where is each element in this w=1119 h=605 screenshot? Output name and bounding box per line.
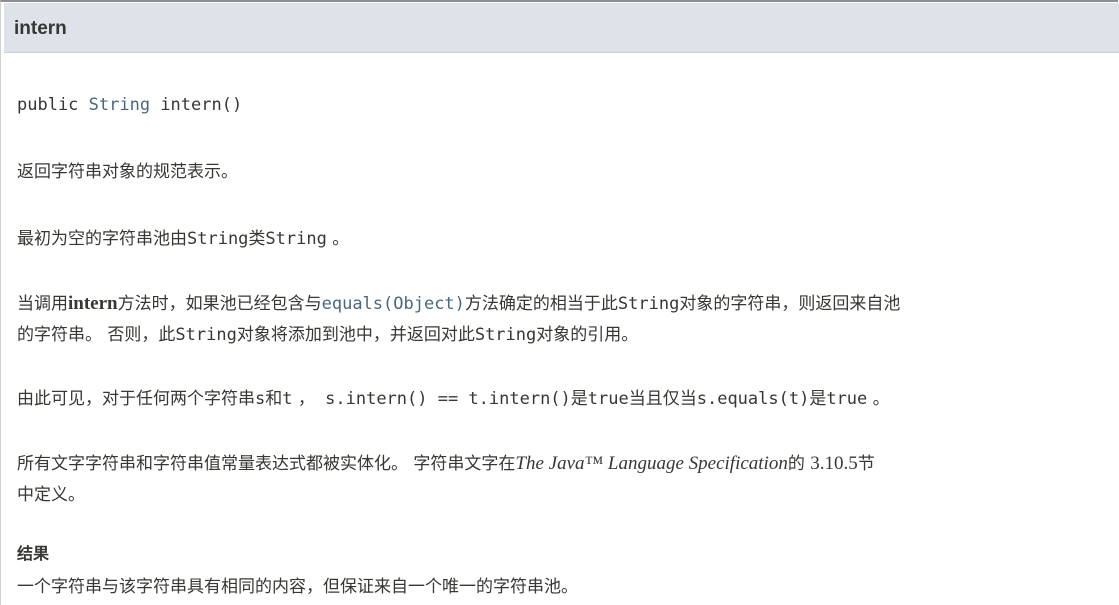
- p2-text3: 。: [326, 229, 350, 249]
- p2-code2: String: [265, 229, 327, 249]
- description-paragraph-3-line-2: 的字符串。 否则，此String对象将添加到池中，并返回对此String对象的引…: [17, 320, 638, 345]
- p3-code2: String: [175, 325, 237, 345]
- equals-object-link[interactable]: equals(Object): [322, 294, 465, 314]
- p5-text1: 所有文字字符串和字符串值常量表达式都被实体化。 字符串文字在: [17, 454, 516, 474]
- description-paragraph-1: 返回字符串对象的规范表示。: [17, 162, 238, 182]
- method-header: intern: [4, 3, 1119, 53]
- description-paragraph-5-line-1: 所有文字字符串和字符串值常量表达式都被实体化。 字符串文字在The Java™ …: [17, 449, 875, 475]
- result-heading: 结果: [17, 544, 50, 563]
- p3-code3: String: [474, 325, 537, 345]
- p2-text2: 类: [248, 229, 266, 249]
- p3-text7: 对象的引用。: [536, 325, 639, 345]
- p4-text5: 当且仅当: [628, 389, 697, 409]
- p3-text6: 对象将添加到池中，并返回对此: [236, 325, 475, 345]
- p4-code5: s.equals(t): [696, 389, 810, 409]
- signature-modifier: public: [17, 95, 89, 115]
- p2-text1: 最初为空的字符串池由: [17, 229, 187, 249]
- string-type-link[interactable]: String: [89, 95, 150, 115]
- p4-code3: s.intern() == t.intern(): [314, 389, 571, 409]
- p4-text1: 由此可见，对于任何两个字符串: [17, 389, 255, 409]
- description-paragraph-4: 由此可见，对于任何两个字符串s和t ， s.intern() == t.inte…: [17, 384, 890, 409]
- method-signature: public String intern(): [17, 95, 242, 115]
- p4-text6: 是: [809, 389, 827, 409]
- p4-text7: 。: [867, 389, 890, 409]
- description-paragraph-2: 最初为空的字符串池由String类String 。: [17, 224, 349, 249]
- p4-code1: s: [255, 389, 266, 409]
- p2-code1: String: [187, 229, 249, 249]
- signature-method: intern(): [150, 95, 243, 115]
- p3-text2: 方法时，如果池已经包含与: [117, 294, 322, 314]
- p4-text2: 和: [265, 389, 283, 409]
- p3-text5: 的字符串。 否则，此: [17, 325, 176, 345]
- description-paragraph-5-line-2: 中定义。: [17, 485, 85, 505]
- p4-text3: ，: [292, 389, 315, 409]
- p3-text3: 方法确定的相当于此: [464, 294, 618, 314]
- p3-bold-intern: intern: [68, 293, 118, 314]
- p5-text3: 节: [857, 454, 875, 474]
- result-text: 一个字符串与该字符串具有相同的内容，但保证来自一个唯一的字符串池。: [17, 577, 578, 597]
- p5-text2: 的: [787, 454, 811, 474]
- jls-section: 3.10.5: [810, 453, 858, 474]
- jls-title: The Java™ Language Specification: [515, 453, 788, 474]
- description-paragraph-3-line-1: 当调用intern方法时，如果池已经包含与equals(Object)方法确定的…: [17, 289, 900, 315]
- p4-code2: t: [282, 389, 293, 409]
- p4-code6: true: [826, 389, 868, 409]
- p3-code1: String: [617, 294, 680, 314]
- p3-text4: 对象的字符串，则返回来自池: [679, 294, 901, 314]
- p4-text4: 是: [570, 389, 588, 409]
- p3-text1: 当调用: [17, 294, 68, 314]
- p4-code4: true: [587, 389, 629, 409]
- method-title: intern: [14, 18, 67, 39]
